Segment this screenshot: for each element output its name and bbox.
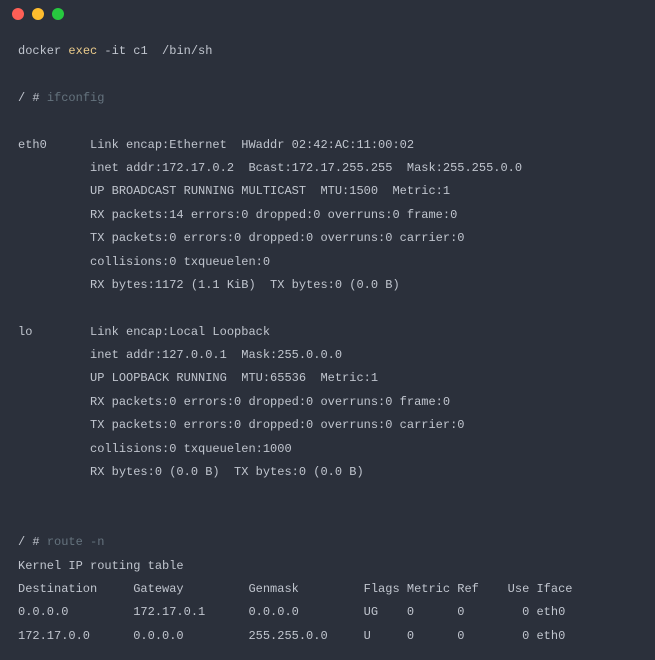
lo-line7: RX bytes:0 (0.0 B) TX bytes:0 (0.0 B) xyxy=(18,465,364,479)
eth0-line3: UP BROADCAST RUNNING MULTICAST MTU:1500 … xyxy=(18,184,450,198)
eth0-line7: RX bytes:1172 (1.1 KiB) TX bytes:0 (0.0 … xyxy=(18,278,400,292)
eth0-line1: eth0 Link encap:Ethernet HWaddr 02:42:AC… xyxy=(18,138,414,152)
ifconfig-command: ifconfig xyxy=(47,91,105,105)
minimize-icon[interactable] xyxy=(32,8,44,20)
eth0-line4: RX packets:14 errors:0 dropped:0 overrun… xyxy=(18,208,457,222)
route-header: Kernel IP routing table xyxy=(18,559,184,573)
terminal-output: docker exec -it c1 /bin/sh / # ifconfig … xyxy=(0,28,655,660)
route-row-2: 172.17.0.0 0.0.0.0 255.255.0.0 U 0 0 0 e… xyxy=(18,629,565,643)
lo-line1: lo Link encap:Local Loopback xyxy=(18,325,270,339)
window-titlebar xyxy=(0,0,655,28)
close-icon[interactable] xyxy=(12,8,24,20)
eth0-line6: collisions:0 txqueuelen:0 xyxy=(18,255,270,269)
route-row-1: 0.0.0.0 172.17.0.1 0.0.0.0 UG 0 0 0 eth0 xyxy=(18,605,565,619)
lo-line3: UP LOOPBACK RUNNING MTU:65536 Metric:1 xyxy=(18,371,378,385)
route-columns: Destination Gateway Genmask Flags Metric… xyxy=(18,582,573,596)
shell-prompt: / # xyxy=(18,535,47,549)
lo-line4: RX packets:0 errors:0 dropped:0 overruns… xyxy=(18,395,450,409)
lo-line2: inet addr:127.0.0.1 Mask:255.0.0.0 xyxy=(18,348,342,362)
lo-line6: collisions:0 txqueuelen:1000 xyxy=(18,442,292,456)
docker-command-suffix: -it c1 /bin/sh xyxy=(97,44,212,58)
docker-exec-keyword: exec xyxy=(68,44,97,58)
maximize-icon[interactable] xyxy=(52,8,64,20)
shell-prompt: / # xyxy=(18,91,47,105)
lo-line5: TX packets:0 errors:0 dropped:0 overruns… xyxy=(18,418,464,432)
eth0-line2: inet addr:172.17.0.2 Bcast:172.17.255.25… xyxy=(18,161,522,175)
eth0-line5: TX packets:0 errors:0 dropped:0 overruns… xyxy=(18,231,464,245)
route-command: route -n xyxy=(47,535,105,549)
docker-command-prefix: docker xyxy=(18,44,68,58)
